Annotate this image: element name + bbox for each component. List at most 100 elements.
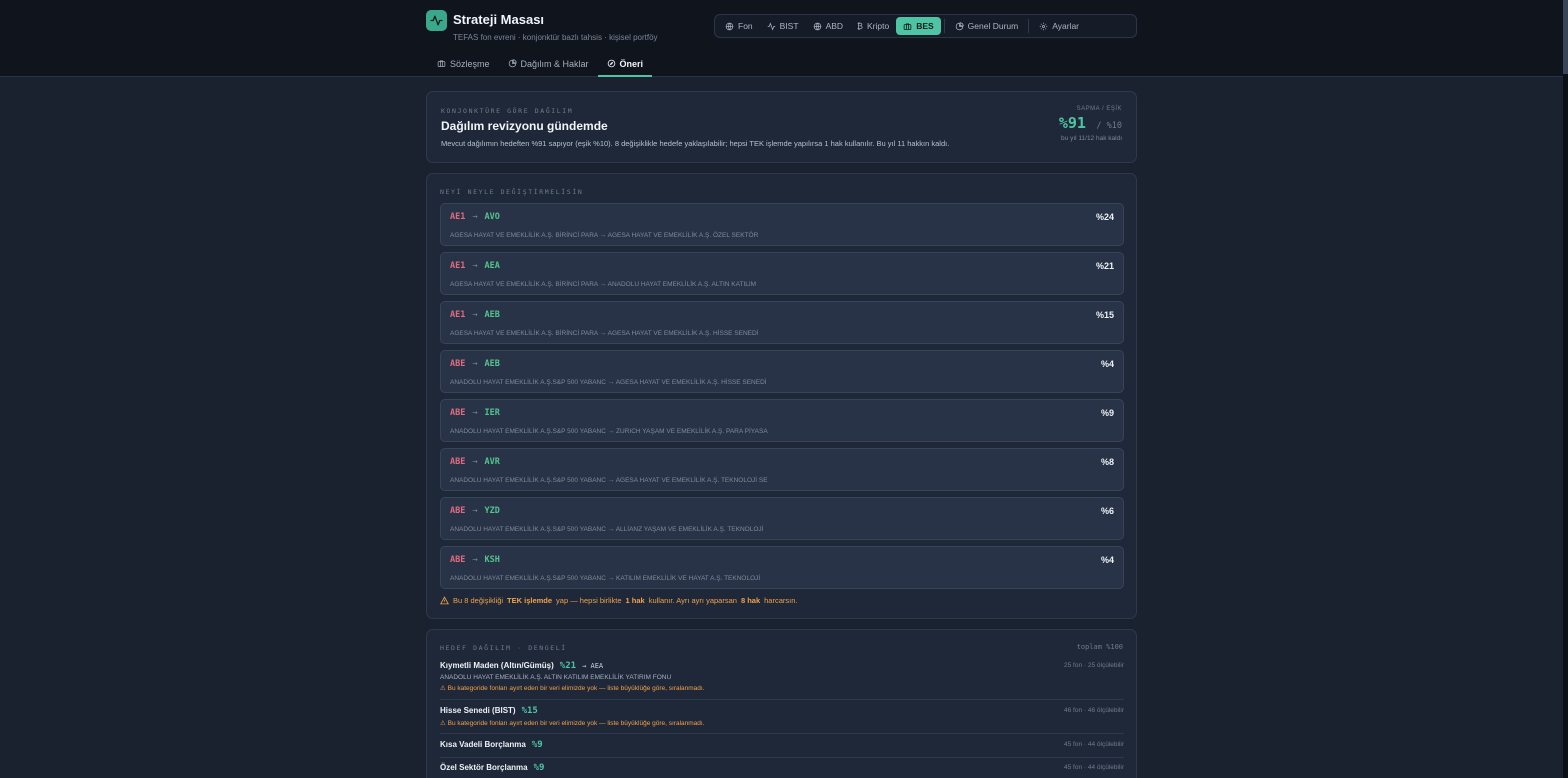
category-fund-count: 45 fon · 44 ölçülebilir bbox=[1064, 741, 1124, 748]
warning-text-4: harcarsın. bbox=[764, 596, 798, 605]
category-name: Özel Sektör Borçlanma bbox=[440, 763, 528, 772]
category-percent: %9 bbox=[533, 763, 545, 773]
nav-divider bbox=[943, 19, 945, 33]
summary-card: KONJONKTÜRE GÖRE DAĞILIM Dağılım revizyo… bbox=[426, 91, 1137, 163]
rights-remaining: bu yıl 11/12 hak kaldı bbox=[1061, 135, 1122, 142]
swap-item[interactable]: AE1 → AEB %15 AGESA HAYAT VE EMEKLİLİK A.Ş… bbox=[440, 301, 1124, 344]
app-header: Strateji Masası TEFAS fon evreni · konjo… bbox=[0, 0, 1563, 77]
swap-percent: %21 bbox=[1095, 261, 1114, 271]
arrow-right-icon: → bbox=[472, 261, 478, 271]
category-percent: %9 bbox=[531, 740, 543, 750]
top-navigation: Fon BIST ABD ₿ Kripto BES Genel Durum Ay… bbox=[714, 14, 1137, 38]
swap-from-code: ABE bbox=[450, 457, 466, 467]
warning-emphasis-3: 8 hak bbox=[740, 596, 761, 605]
briefcase-icon bbox=[437, 60, 446, 67]
deviation-label: SAPMA / EŞİK bbox=[1076, 106, 1122, 112]
bitcoin-icon: ₿ bbox=[857, 21, 863, 31]
arrow-right-icon: → bbox=[472, 555, 478, 565]
target-allocation-card: HEDEF DAĞILIM · DENGELİ toplam %100 Kıym… bbox=[426, 629, 1137, 778]
target-total: toplam %100 bbox=[1076, 643, 1123, 651]
swap-percent: %24 bbox=[1095, 212, 1114, 222]
brand: Strateji Masası bbox=[426, 10, 544, 31]
gear-icon bbox=[1039, 22, 1048, 30]
category-name: Kıymetli Maden (Altın/Gümüş) bbox=[440, 661, 554, 670]
swaps-card: NEYİ NEYLE DEĞİŞTİRMELİSİN AE1 → AVO %24 A… bbox=[426, 173, 1137, 619]
swap-description: ANADOLU HAYAT EMEKLİLİK A.Ş.S&P 500 YABA… bbox=[450, 477, 768, 484]
nav-fon-label: Fon bbox=[738, 21, 753, 31]
swap-item[interactable]: ABE → IER %9 ANADOLU HAYAT EMEKLİLİK A.Ş.S… bbox=[440, 399, 1124, 442]
row-divider bbox=[440, 757, 1124, 758]
swap-to-code: AEA bbox=[484, 261, 500, 271]
sub-tabs: Sözleşme Dağılım & Haklar Öneri bbox=[428, 52, 653, 77]
nav-bist[interactable]: BIST bbox=[760, 17, 806, 35]
warning-emphasis-1: TEK işlemde bbox=[507, 596, 553, 605]
nav-genel-durum[interactable]: Genel Durum bbox=[948, 17, 1026, 35]
warning-emphasis-2: 1 hak bbox=[625, 596, 645, 605]
swap-item[interactable]: ABE → AEB %4 ANADOLU HAYAT EMEKLİLİK A.Ş.S… bbox=[440, 350, 1124, 393]
category-warning: ⚠ Bu kategoride fonları ayırt eden bir v… bbox=[440, 720, 705, 727]
swap-description: ANADOLU HAYAT EMEKLİLİK A.Ş.S&P 500 YABA… bbox=[450, 428, 768, 435]
swap-description: AGESA HAYAT VE EMEKLİLİK A.Ş. BİRİNCİ PA… bbox=[450, 232, 759, 239]
activity-icon bbox=[767, 21, 775, 31]
swap-from-code: ABE bbox=[450, 506, 466, 516]
nav-genel-durum-label: Genel Durum bbox=[967, 21, 1019, 31]
row-divider bbox=[440, 699, 1124, 700]
swap-to-code: AVR bbox=[484, 457, 500, 467]
swap-description: ANADOLU HAYAT EMEKLİLİK A.Ş.S&P 500 YABA… bbox=[450, 526, 764, 533]
swap-description: AGESA HAYAT VE EMEKLİLİK A.Ş. BİRİNCİ PA… bbox=[450, 281, 757, 288]
warning-text-1: Bu 8 değişikliği bbox=[453, 596, 504, 605]
pie-chart-icon bbox=[955, 21, 964, 30]
app-subtitle: TEFAS fon evreni · konjonktür bazlı tahs… bbox=[453, 33, 658, 42]
swap-to-code: AEB bbox=[484, 310, 500, 320]
nav-ayarlar[interactable]: Ayarlar bbox=[1032, 17, 1086, 35]
swap-from-code: AE1 bbox=[450, 261, 466, 271]
globe-icon bbox=[813, 22, 821, 30]
activity-icon bbox=[426, 10, 447, 31]
warning-text-3: kullanır. Ayrı ayrı yaparsan bbox=[648, 596, 737, 605]
swap-item[interactable]: AE1 → AVO %24 AGESA HAYAT VE EMEKLİLİK A.Ş… bbox=[440, 203, 1124, 246]
scrollbar-thumb[interactable] bbox=[1563, 0, 1568, 74]
tab-oneri[interactable]: Öneri bbox=[597, 52, 653, 77]
swap-from-code: AE1 bbox=[450, 212, 466, 222]
category-fund-count: 46 fon · 46 ölçülebilir bbox=[1064, 707, 1124, 714]
compass-icon bbox=[607, 59, 615, 68]
scrollbar[interactable] bbox=[1563, 0, 1568, 778]
category-fund-code: → AEA bbox=[582, 662, 604, 670]
tab-sozlesme[interactable]: Sözleşme bbox=[428, 52, 499, 77]
nav-bes[interactable]: BES bbox=[896, 17, 941, 35]
tab-dagilim-haklar[interactable]: Dağılım & Haklar bbox=[499, 52, 598, 77]
allocation-row: Özel Sektör Borçlanma %9 45 fon · 44 ölç… bbox=[440, 763, 1124, 773]
nav-fon[interactable]: Fon bbox=[718, 17, 760, 35]
arrow-right-icon: → bbox=[472, 212, 478, 222]
target-eyebrow: HEDEF DAĞILIM · DENGELİ bbox=[440, 644, 567, 652]
swap-percent: %4 bbox=[1100, 359, 1114, 369]
category-fund-count: 45 fon · 44 ölçülebilir bbox=[1064, 764, 1124, 771]
allocation-row: Kıymetli Maden (Altın/Gümüş) %21 → AEA 2… bbox=[440, 661, 1124, 692]
swap-to-code: AVO bbox=[484, 212, 500, 222]
deviation-value: %91 bbox=[1058, 114, 1086, 132]
tab-sozlesme-label: Sözleşme bbox=[450, 58, 490, 69]
arrow-right-icon: → bbox=[472, 457, 478, 467]
swap-item[interactable]: AE1 → AEA %21 AGESA HAYAT VE EMEKLİLİK A.Ş… bbox=[440, 252, 1124, 295]
swap-item[interactable]: ABE → AVR %8 ANADOLU HAYAT EMEKLİLİK A.Ş.S… bbox=[440, 448, 1124, 491]
arrow-right-icon: → bbox=[472, 310, 478, 320]
swap-from-code: ABE bbox=[450, 359, 466, 369]
swap-from-code: ABE bbox=[450, 408, 466, 418]
arrow-right-icon: → bbox=[472, 359, 478, 369]
swap-to-code: YZD bbox=[484, 506, 500, 516]
swap-item[interactable]: ABE → KSH %4 ANADOLU HAYAT EMEKLİLİK A.Ş.S… bbox=[440, 546, 1124, 589]
category-percent: %21 bbox=[559, 661, 577, 671]
swap-item[interactable]: ABE → YZD %6 ANADOLU HAYAT EMEKLİLİK A.Ş.S… bbox=[440, 497, 1124, 540]
globe-icon bbox=[725, 22, 734, 30]
nav-divider bbox=[1028, 19, 1030, 33]
summary-description: Mevcut dağılımın hedeften %91 sapıyor (e… bbox=[441, 139, 950, 148]
category-percent: %15 bbox=[521, 706, 538, 716]
nav-kripto-label: Kripto bbox=[866, 21, 890, 31]
warning-icon bbox=[440, 596, 449, 605]
swap-percent: %9 bbox=[1100, 408, 1114, 418]
briefcase-icon bbox=[903, 22, 912, 30]
nav-kripto[interactable]: ₿ Kripto bbox=[850, 17, 896, 35]
tab-dagilim-haklar-label: Dağılım & Haklar bbox=[520, 58, 589, 69]
arrow-right-icon: → bbox=[472, 506, 478, 516]
nav-abd[interactable]: ABD bbox=[806, 17, 850, 35]
